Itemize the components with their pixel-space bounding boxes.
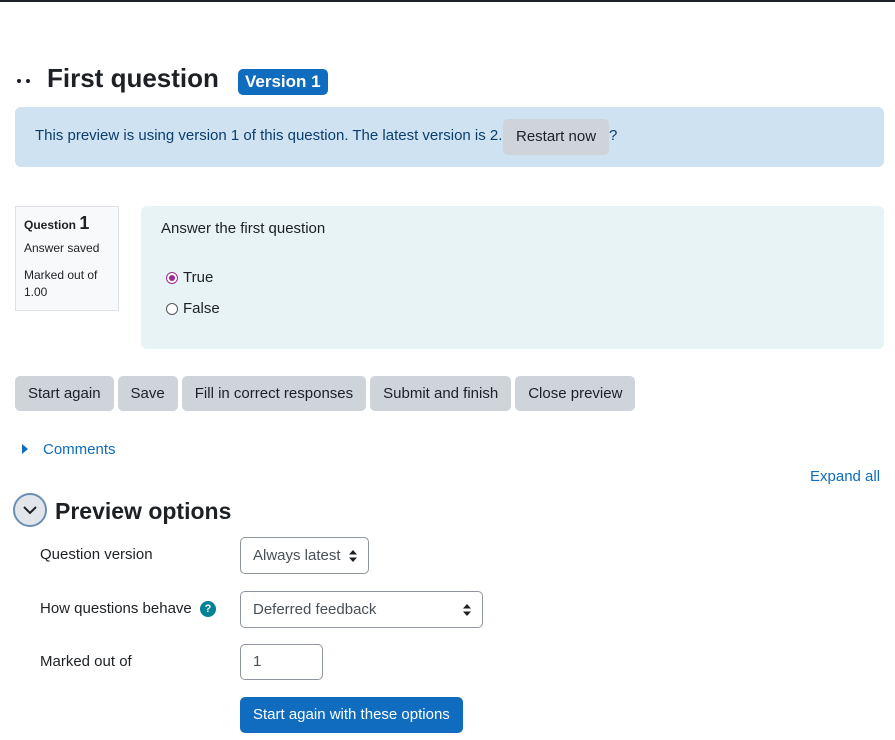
behaviour-select[interactable]: Deferred feedback (240, 591, 483, 628)
answer-label-true: True (183, 269, 214, 286)
question-version-value: Always latest (253, 547, 341, 564)
answer-option-false[interactable]: False (166, 300, 220, 317)
question-content: Answer the first question True False (141, 206, 884, 349)
alert-trailing-text: ? (609, 127, 618, 144)
version-badge: Version 1 (238, 69, 328, 95)
preview-actions: Start again Save Fill in correct respons… (15, 376, 636, 411)
behaviour-value: Deferred feedback (253, 601, 377, 618)
expand-all-link[interactable]: Expand all (810, 468, 880, 485)
question-grade: Marked out of 1.00 (24, 268, 98, 299)
radio-true[interactable] (166, 271, 178, 284)
answer-label-false: False (183, 300, 220, 317)
marked-out-of-input[interactable]: 1 (240, 644, 323, 680)
restart-now-button[interactable]: Restart now (503, 119, 610, 155)
start-again-with-options-button[interactable]: Start again with these options (240, 697, 463, 733)
question-version-select[interactable]: Always latest (240, 537, 369, 574)
behaviour-label: How questions behave (40, 600, 192, 617)
collapse-section-button[interactable] (13, 493, 47, 527)
save-button[interactable]: Save (117, 376, 178, 411)
chevron-down-icon (23, 505, 37, 514)
fill-correct-responses-button[interactable]: Fill in correct responses (181, 376, 367, 411)
radio-false[interactable] (166, 302, 178, 315)
submit-and-finish-button[interactable]: Submit and finish (370, 376, 512, 411)
question-info-box: Question 1 Answer saved Marked out of 1.… (15, 206, 119, 311)
question-version-label: Question version (40, 546, 153, 563)
comments-link[interactable]: Comments (43, 441, 116, 458)
section-title: Preview options (55, 498, 232, 524)
comments-caret-icon[interactable] (22, 444, 28, 454)
close-preview-button[interactable]: Close preview (515, 376, 636, 411)
answer-option-true[interactable]: True (166, 269, 213, 286)
question-number: Question 1 (24, 213, 90, 233)
page-title: First question (47, 63, 219, 93)
select-arrows-icon (463, 604, 471, 616)
select-arrows-icon (349, 550, 357, 562)
alert-text: This preview is using version 1 of this … (35, 127, 503, 144)
question-state: Answer saved (24, 241, 100, 255)
drag-handle-icon[interactable] (17, 79, 31, 83)
marked-out-of-label: Marked out of (40, 653, 132, 670)
start-again-button[interactable]: Start again (15, 376, 114, 411)
question-text: Answer the first question (161, 220, 326, 237)
top-border (0, 0, 895, 2)
help-icon[interactable]: ? (200, 601, 216, 617)
version-alert: This preview is using version 1 of this … (15, 107, 884, 167)
